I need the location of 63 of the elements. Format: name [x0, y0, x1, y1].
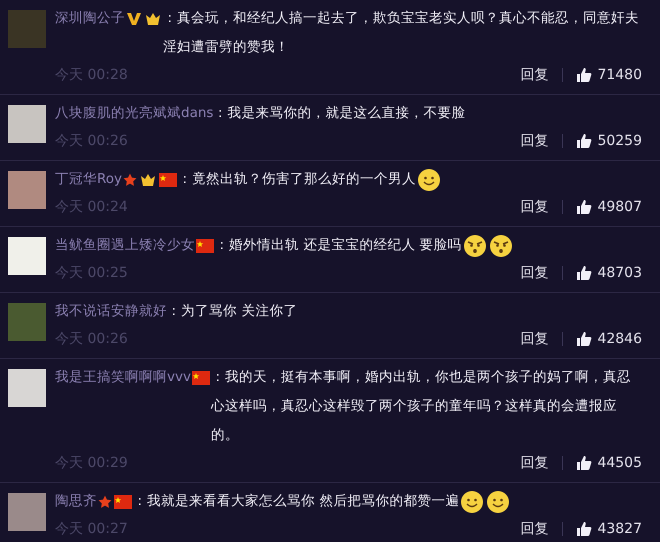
thumbs-up-icon: [576, 133, 592, 149]
like-count[interactable]: 42846: [597, 331, 642, 347]
like-count[interactable]: 50259: [597, 133, 642, 149]
comment-time: 今天 00:29: [55, 454, 129, 472]
angry-emoji-icon: [462, 234, 487, 258]
username-link[interactable]: 我不说话安静就好: [55, 297, 167, 326]
reply-link[interactable]: 回复: [520, 134, 564, 148]
flag-icon: [192, 370, 210, 384]
comment-text: ：我的天，挺有本事啊，婚内出轨，你也是两个孩子的妈了啊，真忍心这样吗，真忍心这样毁了两个孩子的童年吗？这样真的会遭报应的。: [210, 368, 632, 445]
flag-icon: [159, 172, 178, 186]
verified-badge-icon: [126, 10, 142, 26]
avatar-photo-placeholder[interactable]: [8, 303, 46, 341]
thumbs-up-icon: [576, 67, 592, 83]
comment-text: ：真会玩，和经纪人搞一起去了，欺负宝宝老实人呗？真心不能忍，同意奸夫淫妇遭雷劈的赞我！: [163, 9, 640, 57]
smiley-emoji-icon: [486, 490, 510, 514]
comment-text: ：我就是来看看大家怎么骂你 然后把骂你的都赞一遍: [133, 492, 460, 511]
thumbs-up-icon: [576, 331, 592, 347]
flag-icon: [196, 238, 214, 252]
avatar-photo-placeholder[interactable]: [8, 171, 46, 209]
angry-emoji-icon: [488, 234, 513, 258]
username-link[interactable]: 丁冠华Roy: [55, 165, 122, 194]
vip-badge-icon: [139, 172, 158, 188]
comment-time: 今天 00:25: [55, 264, 129, 282]
comment-time: 今天 00:27: [55, 520, 129, 538]
username-link[interactable]: 深圳陶公子: [55, 4, 125, 33]
reply-link[interactable]: 回复: [520, 522, 564, 536]
comment-text: ：为了骂你 关注你了: [167, 302, 298, 321]
star-icon: [123, 172, 138, 186]
smiley-emoji-icon: [417, 168, 442, 192]
avatar-photo-placeholder[interactable]: [8, 10, 46, 48]
comment-text: ：婚外情出轨 还是宝宝的经纪人 要脸吗: [215, 236, 462, 255]
thumbs-up-icon: [576, 455, 592, 471]
comment-text: ：我是来骂你的，就是这么直接，不要脸: [213, 104, 466, 123]
avatar-photo-placeholder[interactable]: [8, 493, 46, 531]
comment-time: 今天 00:26: [55, 132, 129, 150]
username-link[interactable]: 陶思齐: [55, 487, 97, 516]
reply-link[interactable]: 回复: [520, 332, 564, 346]
like-count[interactable]: 44505: [597, 455, 642, 471]
reply-link[interactable]: 回复: [520, 68, 564, 82]
username-link[interactable]: 八块腹肌的光亮斌斌dans: [55, 99, 214, 128]
comment-text: ：竟然出轨？伤害了那么好的一个男人: [178, 170, 416, 189]
reply-link[interactable]: 回复: [520, 200, 564, 214]
username-link[interactable]: 我是王搞笑啊啊啊vvv: [55, 363, 191, 392]
like-count[interactable]: 43827: [597, 521, 642, 537]
vip-badge-icon: [144, 10, 162, 26]
like-count[interactable]: 48703: [597, 265, 642, 281]
avatar-photo-placeholder[interactable]: [8, 369, 46, 407]
flag-icon: [114, 494, 132, 508]
comment-time: 今天 00:26: [55, 330, 129, 348]
reply-link[interactable]: 回复: [520, 456, 564, 470]
smiley-emoji-icon: [460, 490, 484, 514]
thumbs-up-icon: [576, 265, 592, 281]
username-link[interactable]: 当鱿鱼圈遇上矮冷少女: [55, 231, 195, 260]
like-count[interactable]: 71480: [597, 67, 642, 83]
comment-time: 今天 00:28: [55, 66, 129, 84]
comment-time: 今天 00:24: [55, 198, 129, 216]
avatar-photo-placeholder[interactable]: [8, 237, 46, 275]
thumbs-up-icon: [576, 199, 592, 215]
avatar-photo-placeholder[interactable]: [8, 105, 46, 143]
like-count[interactable]: 49807: [597, 199, 642, 215]
reply-link[interactable]: 回复: [520, 266, 564, 280]
star-icon: [98, 494, 112, 508]
thumbs-up-icon: [576, 521, 592, 537]
